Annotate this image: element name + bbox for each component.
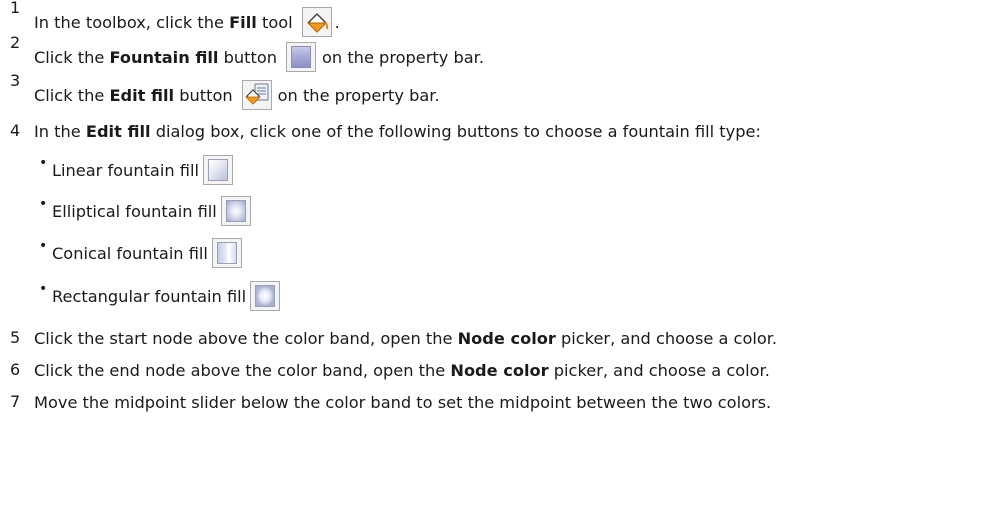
fill-type-text: Rectangular fountain fill [52,279,283,313]
step-number: 5 [10,328,21,347]
step-text-part: Click the [34,85,110,105]
bullet: • [39,281,48,297]
step-text-part: on the property bar. [277,85,440,105]
step-text-part: tool [256,12,293,32]
step-text-part: In the [34,121,86,141]
step-text-part: dialog box, click one of the following b… [150,121,761,141]
fill-type-label: Conical fountain fill [52,243,208,263]
edit-fill-button-icon [241,80,272,110]
fill-type-text: Linear fountain fill [52,153,236,187]
step-text: Click the Edit fill button on the proper… [34,78,440,112]
elliptical-fountain-fill-icon [220,196,251,226]
bullet: • [39,155,48,171]
ui-term-fountain-fill: Fountain fill [109,47,219,67]
ui-term-edit-fill: Edit fill [85,121,151,141]
step-text-part: Click the start node above the color ban… [34,328,458,348]
ui-term-fill: Fill [229,12,257,32]
step-text-part: Move the midpoint slider below the color… [34,392,772,412]
step-number: 6 [10,360,21,379]
step-text-part: on the property bar. [322,47,484,67]
step-number: 2 [10,33,21,52]
fill-type-text: Conical fountain fill [52,236,245,270]
step-text: Click the Fountain fill button on the pr… [34,40,484,74]
step-text: Click the end node above the color band,… [34,353,770,387]
step-text: In the toolbox, click the Fill tool . [34,5,340,39]
conical-fountain-fill-icon [211,238,242,268]
fill-type-label: Elliptical fountain fill [52,201,217,221]
rectangular-fountain-fill-icon [250,281,281,311]
step-number: 7 [10,392,21,411]
step-text: Click the start node above the color ban… [34,321,777,355]
step-text-part: picker, and choose a color. [555,328,778,348]
ui-term-edit-fill: Edit fill [109,85,175,105]
bullet: • [39,238,48,254]
step-text-part: Click the [34,47,110,67]
step-text-part: button [174,85,233,105]
step-number: 1 [10,0,21,17]
fountain-fill-button-icon [286,42,317,72]
ui-term-node-color: Node color [450,360,549,380]
step-number: 4 [10,121,21,140]
step-number: 3 [10,71,21,90]
step-text-part: . [334,12,340,32]
fill-tool-icon [301,7,332,37]
step-text-part: In the toolbox, click the [34,12,230,32]
fill-type-label: Rectangular fountain fill [52,286,247,306]
step-text-part: Click the end node above the color band,… [34,360,451,380]
linear-fountain-fill-icon [202,155,233,185]
step-text: Move the midpoint slider below the color… [34,385,771,419]
step-text: In the Edit fill dialog box, click one o… [34,114,761,148]
bullet: • [39,196,48,212]
step-text-part: picker, and choose a color. [548,360,770,380]
ui-term-node-color: Node color [457,328,556,348]
fill-type-label: Linear fountain fill [52,160,199,180]
fill-type-text: Elliptical fountain fill [52,194,254,228]
step-text-part: button [218,47,278,67]
